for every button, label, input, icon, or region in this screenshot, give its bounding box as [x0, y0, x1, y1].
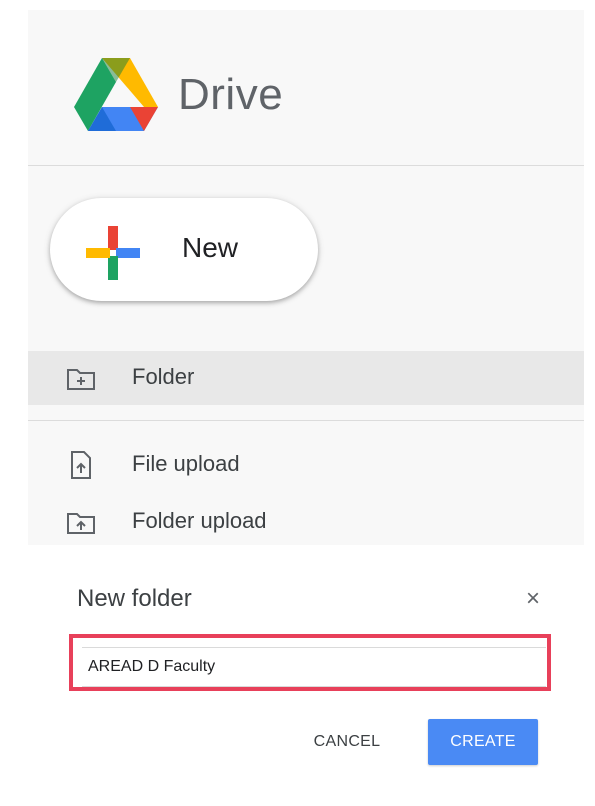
folder-upload-icon: [67, 513, 95, 534]
drive-header: Drive: [28, 10, 584, 165]
menu-item-folder-upload[interactable]: Folder upload: [28, 495, 584, 549]
menu-item-label: Folder: [132, 364, 195, 389]
close-icon[interactable]: ×: [520, 586, 546, 612]
create-button[interactable]: CREATE: [428, 719, 538, 765]
new-button[interactable]: New: [50, 198, 318, 301]
menu-divider: [28, 420, 584, 421]
menu-item-label: Folder upload: [132, 508, 267, 533]
new-menu-panel: Drive New Folder File upload Folder uplo…: [28, 10, 584, 545]
file-upload-icon: [71, 451, 91, 479]
menu-item-label: File upload: [132, 451, 240, 476]
new-folder-dialog-title: New folder: [77, 585, 192, 612]
app-title: Drive: [178, 70, 284, 119]
new-button-label: New: [182, 232, 239, 263]
multicolor-plus-icon: [86, 226, 140, 280]
menu-item-file-upload[interactable]: File upload: [28, 438, 584, 492]
menu-item-folder[interactable]: Folder: [28, 351, 584, 405]
header-divider: [28, 165, 584, 166]
cancel-button[interactable]: CANCEL: [300, 722, 394, 762]
google-drive-logo-icon: [74, 58, 158, 131]
folder-name-input[interactable]: [82, 647, 546, 687]
folder-plus-icon: [67, 369, 95, 390]
